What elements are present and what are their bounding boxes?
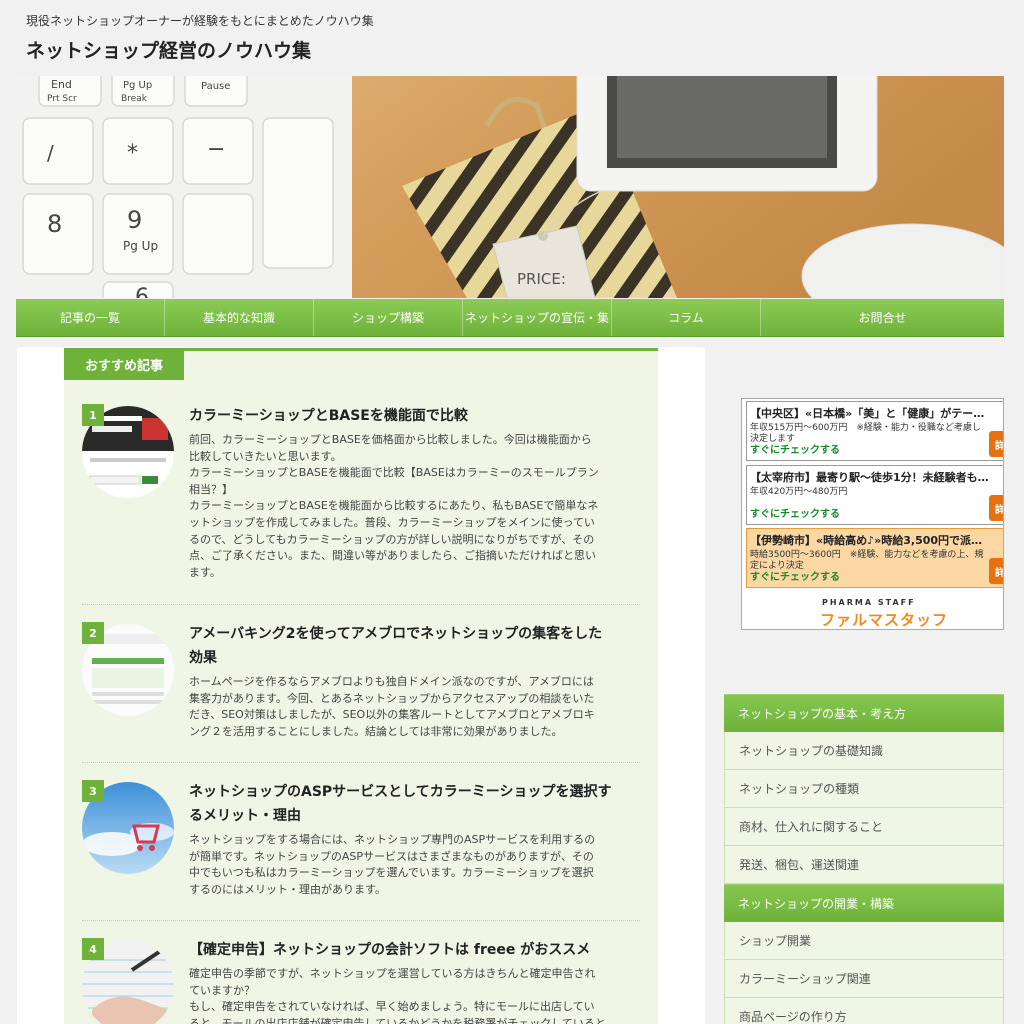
ad-listing-title[interactable]: 【伊勢崎市】«時給高め♪»時給3,500円で派… — [750, 532, 982, 548]
article-item-3[interactable]: 3 ネットショップのASPサービスとしてカラーミーショップを選択す るメリット・… — [82, 780, 642, 920]
key-pgup-top: Pg Up — [123, 80, 152, 91]
site-title[interactable]: ネットショップ経営のノウハウ集 — [26, 36, 311, 63]
hero-image: End Prt Scr Pg Up Break Pause / * − 8 9 … — [17, 76, 1004, 298]
article-excerpt-3: ネットショップをする場合には、ネットショップ専門のASPサービスを利用するの が… — [189, 833, 596, 896]
nav-item-column[interactable]: コラム — [612, 299, 761, 336]
rank-badge-2: 2 — [82, 622, 104, 644]
global-nav: 記事の一覧 基本的な知識 ショップ構築 ネットショップの宣伝・集 コラム お問合… — [16, 299, 1004, 337]
article-title-2[interactable]: アメーバキング2を使ってアメブロでネットショップの集客をした 効果 — [189, 622, 639, 670]
key-end: End — [51, 78, 72, 91]
article-divider — [82, 604, 640, 605]
article-excerpt-2: ホームページを作るならアメブロよりも独自ドメイン派なのですが、アメブロには 集客… — [189, 675, 595, 738]
rank-badge-3: 3 — [82, 780, 104, 802]
ad-listing-title[interactable]: 【太宰府市】最寄り駅～徒歩1分！未経験者も… — [750, 469, 989, 485]
key-asterisk: * — [127, 141, 138, 166]
key-6: 6 — [135, 285, 149, 298]
job-ad-banner[interactable]: 【中央区】«日本橋»「美」と「健康」がテー… 年収515万円～600万円 ※経験… — [741, 398, 1004, 630]
ad-listing-title[interactable]: 【中央区】«日本橋»「美」と「健康」がテー… — [750, 405, 984, 421]
sidebar-heading-opening[interactable]: ネットショップの開業・構築 — [724, 884, 1004, 922]
sidebar-item-shop-types[interactable]: ネットショップの種類 — [724, 770, 1004, 808]
key-pgup: Pg Up — [123, 239, 158, 253]
ad-detail-button[interactable]: 詳 — [989, 558, 1003, 584]
ad-detail-button[interactable]: 詳 — [989, 431, 1003, 457]
ad-check-link[interactable]: すぐにチェックする — [750, 441, 840, 456]
article-title-4[interactable]: 【確定申告】ネットショップの会計ソフトは freee がおススメ — [189, 938, 639, 962]
article-item-4[interactable]: 4 【確定申告】ネットショップの会計ソフトは freee がおススメ 確定申告の… — [82, 938, 642, 1024]
article-excerpt-4: 確定申告の季節ですが、ネットショップを運営している方はきちんと確定申告され てい… — [189, 967, 606, 1024]
key-break: Break — [121, 94, 148, 104]
nav-item-contact[interactable]: お問合せ — [761, 299, 1004, 336]
ad-listing-desc: 年収420万円～480万円 — [750, 487, 848, 497]
ad-listing-2[interactable]: 【太宰府市】最寄り駅～徒歩1分！未経験者も… 年収420万円～480万円 すぐに… — [746, 465, 1003, 525]
ad-listing-3[interactable]: 【伊勢崎市】«時給高め♪»時給3,500円で派… 時給3500円～3600円 ※… — [746, 528, 1003, 588]
key-8: 8 — [47, 210, 62, 238]
rank-badge-4: 4 — [82, 938, 104, 960]
sidebar-item-colorme[interactable]: カラーミーショップ関連 — [724, 960, 1004, 998]
sidebar-heading-basics[interactable]: ネットショップの基本・考え方 — [724, 694, 1004, 732]
sidebar-item-product-page[interactable]: 商品ページの作り方 — [724, 998, 1004, 1024]
price-tag-text: PRICE: — [517, 270, 566, 288]
nav-item-shop-build[interactable]: ショップ構築 — [314, 299, 463, 336]
article-title-1[interactable]: カラーミーショップとBASEを機能面で比較 — [189, 404, 639, 428]
ad-logo-caption: PHARMA STAFF — [822, 598, 916, 607]
ad-logo[interactable]: ファルマスタッフ — [820, 609, 948, 629]
sidebar-item-merchandise[interactable]: 商材、仕入れに関すること — [724, 808, 1004, 846]
article-divider — [82, 762, 640, 763]
article-title-3[interactable]: ネットショップのASPサービスとしてカラーミーショップを選択す るメリット・理由 — [189, 780, 639, 828]
ad-listing-1[interactable]: 【中央区】«日本橋»「美」と「健康」がテー… 年収515万円～600万円 ※経験… — [746, 401, 1003, 461]
nav-item-article-list[interactable]: 記事の一覧 — [16, 299, 165, 336]
ad-check-link[interactable]: すぐにチェックする — [750, 505, 840, 520]
sidebar-item-shipping[interactable]: 発送、梱包、運送関連 — [724, 846, 1004, 884]
key-slash: / — [47, 141, 54, 165]
key-9: 9 — [127, 206, 142, 234]
nav-item-basics[interactable]: 基本的な知識 — [165, 299, 314, 336]
nav-item-promotion[interactable]: ネットショップの宣伝・集 — [463, 299, 612, 336]
site-tagline: 現役ネットショップオーナーが経験をもとにまとめたノウハウ集 — [26, 14, 374, 28]
ad-check-link[interactable]: すぐにチェックする — [750, 568, 840, 583]
key-pause: Pause — [201, 81, 230, 92]
recommended-label: おすすめ記事 — [64, 348, 184, 380]
rank-badge-1: 1 — [82, 404, 104, 426]
ad-detail-button[interactable]: 詳 — [989, 495, 1003, 521]
sidebar-category-menu: ネットショップの基本・考え方 ネットショップの基礎知識 ネットショップの種類 商… — [724, 694, 1004, 1024]
key-prtscr: Prt Scr — [47, 94, 77, 104]
sidebar-item-shop-opening[interactable]: ショップ開業 — [724, 922, 1004, 960]
sidebar-item-basics-knowledge[interactable]: ネットショップの基礎知識 — [724, 732, 1004, 770]
key-minus: − — [207, 137, 225, 162]
article-divider — [82, 920, 640, 921]
article-item-2[interactable]: 2 アメーバキング2を使ってアメブロでネットショップの集客をした 効果 ホームペ… — [82, 622, 642, 762]
article-excerpt-1: 前回、カラーミーショップとBASEを価格面から比較しました。今回は機能面から 比… — [189, 433, 599, 579]
article-item-1[interactable]: 1 カラーミーショップとBASEを機能面で比較 前回、カラーミーショップとBAS… — [82, 404, 642, 604]
